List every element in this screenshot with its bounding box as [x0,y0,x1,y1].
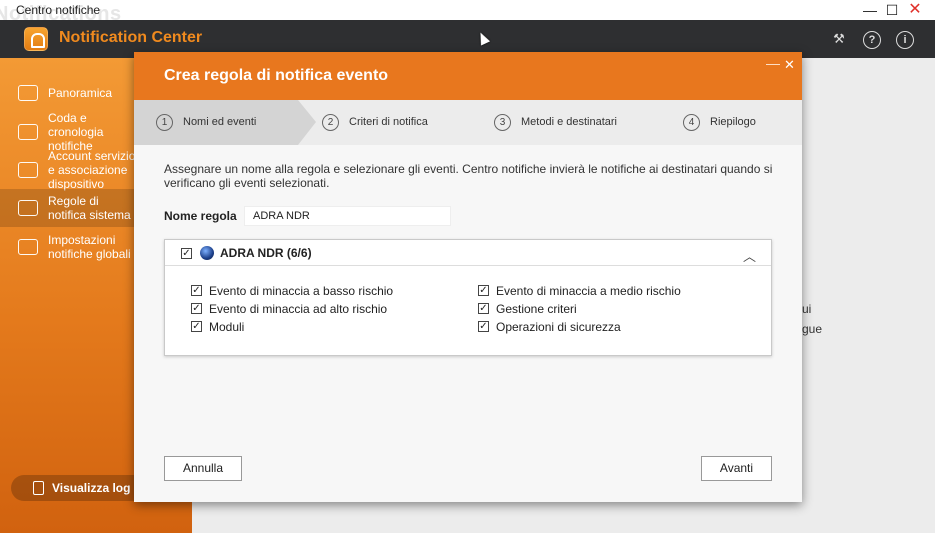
devices-icon [18,162,38,178]
dialog-title: Crea regola di notifica evento [164,67,389,84]
window-title: Centro notifiche [16,3,101,17]
step-label: Criteri di notifica [349,116,428,128]
close-icon[interactable]: ✕ [906,1,924,19]
events-group-header[interactable]: ✓ ADRA NDR (6/6) ︿ [165,240,771,266]
sidebar-item-label: Panoramica [48,86,113,100]
chevron-up-icon[interactable]: ︿ [743,246,756,265]
event-label: Operazioni di sicurezza [496,320,621,334]
step-label: Riepilogo [710,116,756,128]
rules-icon [18,200,38,216]
wizard-steps: 1 Nomi ed eventi 2 Criteri di notifica 3… [134,100,802,145]
event-label: Moduli [209,320,245,334]
background-text: ui [802,302,812,316]
checkbox-icon[interactable]: ✓ [478,321,489,332]
minimize-icon[interactable]: — [766,55,780,71]
background-text: gue [802,322,823,336]
create-rule-dialog: Crea regola di notifica evento — ✕ 1 Nom… [134,52,802,502]
step-number: 2 [322,114,339,131]
step-label: Nomi ed eventi [183,116,257,128]
minimize-icon[interactable]: — [861,1,879,19]
dialog-header: Crea regola di notifica evento — ✕ [134,52,802,100]
checkbox-icon[interactable]: ✓ [478,303,489,314]
dialog-content: Assegnare un nome alla regola e selezion… [134,145,802,502]
events-group-title: ADRA NDR (6/6) [220,246,312,260]
chart-icon [18,85,38,101]
app-name: Notification Center [59,29,203,46]
step-number: 3 [494,114,511,131]
event-label: Gestione criteri [496,302,577,316]
close-icon[interactable]: ✕ [784,57,795,73]
step-label: Metodi e destinatari [521,116,617,128]
event-label: Evento di minaccia a basso rischio [209,284,394,298]
checkbox-icon[interactable]: ✓ [191,285,202,296]
event-label: Evento di minaccia a medio rischio [496,284,681,298]
rule-name-input[interactable] [244,206,451,226]
adra-module-icon [200,246,214,260]
sidebar-item-label: Account servizio e associazione disposit… [48,149,136,191]
view-log-label: Visualizza log e [52,481,141,495]
magic-wand-icon[interactable]: ⚒ [830,31,848,49]
sidebar-item-label: Regole di notifica sistema [48,194,131,222]
log-icon [33,481,44,495]
next-button[interactable]: Avanti [701,456,772,481]
app-logo-icon [24,27,48,51]
checkbox-icon[interactable]: ✓ [478,285,489,296]
sidebar-item-label: Impostazioni notifiche globali [48,233,131,261]
maximize-icon[interactable]: ☐ [883,1,901,19]
group-checkbox-icon[interactable]: ✓ [181,248,192,259]
info-icon[interactable]: i [896,31,914,49]
events-group: ✓ ADRA NDR (6/6) ︿ ✓ Evento di minaccia … [164,239,772,356]
rule-name-label: Nome regola [164,209,237,223]
checkbox-icon[interactable]: ✓ [191,303,202,314]
history-icon [18,124,38,140]
step-number: 1 [156,114,173,131]
description-text: Assegnare un nome alla regola e selezion… [164,162,773,190]
cancel-button[interactable]: Annulla [164,456,242,481]
os-titlebar: Notifications Centro notifiche — ☐ ✕ [0,0,935,25]
step-number: 4 [683,114,700,131]
sidebar-item-label: Coda e cronologia notifiche [48,111,104,153]
help-icon[interactable]: ? [863,31,881,49]
toggle-icon [18,239,38,255]
checkbox-icon[interactable]: ✓ [191,321,202,332]
event-label: Evento di minaccia ad alto rischio [209,302,388,316]
